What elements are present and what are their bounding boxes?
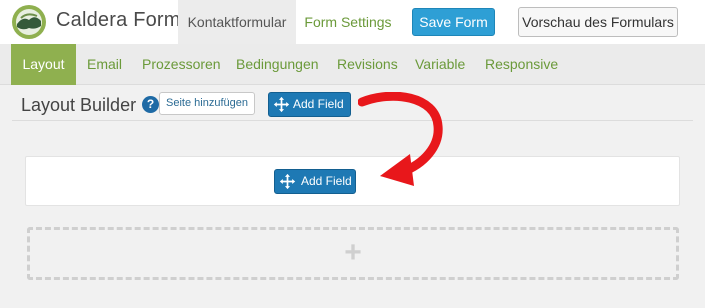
tab-responsive[interactable]: Responsive (485, 44, 558, 85)
form-name-tab[interactable]: Kontaktformular (178, 0, 296, 44)
form-settings-link[interactable]: Form Settings (300, 0, 396, 44)
caldera-logo-icon (12, 5, 46, 39)
add-field-button[interactable]: Add Field (274, 169, 356, 194)
add-field-toolbar-button[interactable]: Add Field (268, 92, 351, 117)
tab-layout[interactable]: Layout (11, 44, 76, 85)
tab-variables[interactable]: Variable (415, 44, 465, 85)
help-icon[interactable]: ? (142, 96, 159, 113)
layout-row: Add Field (25, 156, 680, 206)
tab-conditions[interactable]: Bedingungen (236, 44, 319, 85)
move-icon (279, 173, 296, 190)
layout-builder-bar: Layout Builder ? Seite hinzufügen Add Fi… (12, 86, 693, 121)
top-header: Caldera Forms Kontaktformular Form Setti… (0, 0, 705, 44)
layout-builder-title: Layout Builder (21, 95, 137, 115)
layout-canvas: Add Field + (12, 121, 693, 308)
save-form-button[interactable]: Save Form (412, 8, 495, 36)
add-field-label: Add Field (293, 97, 344, 111)
add-row-dropzone[interactable]: + (27, 227, 679, 280)
add-page-button[interactable]: Seite hinzufügen (159, 92, 255, 115)
plus-icon: + (344, 236, 362, 269)
move-icon (273, 96, 290, 113)
tab-processors[interactable]: Prozessoren (142, 44, 221, 85)
brand-name: Caldera Forms (56, 9, 191, 31)
red-arrow-annotation (358, 92, 443, 186)
preview-form-button[interactable]: Vorschau des Formulars (518, 7, 678, 37)
add-field-label: Add Field (301, 174, 352, 188)
tab-email[interactable]: Email (87, 44, 122, 85)
tab-navigation: Layout Email Prozessoren Bedingungen Rev… (0, 44, 705, 85)
tab-revisions[interactable]: Revisions (337, 44, 398, 85)
